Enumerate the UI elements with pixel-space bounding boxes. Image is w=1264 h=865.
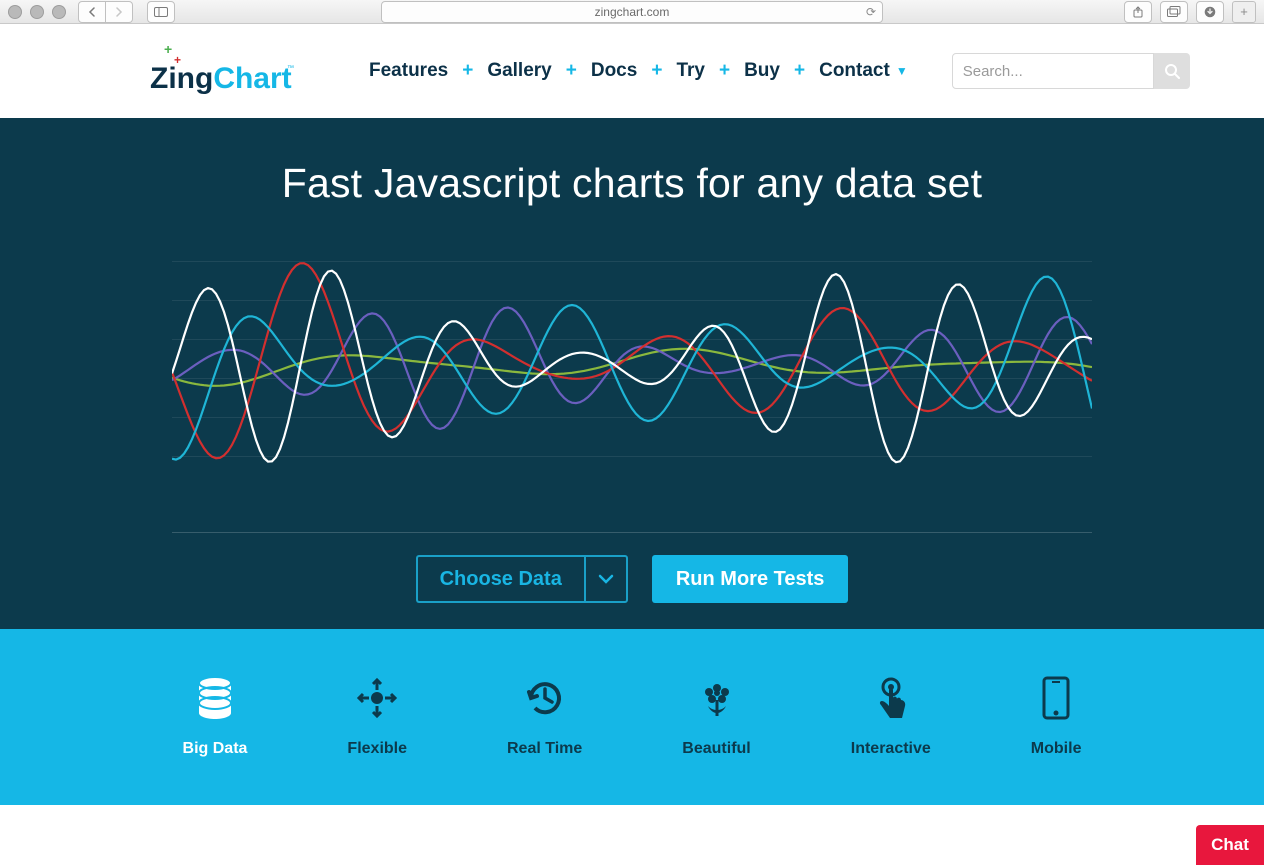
minimize-window-dot[interactable] (30, 5, 44, 19)
chat-widget[interactable]: Chat (1196, 825, 1264, 865)
nav-item-try[interactable]: Try (672, 56, 709, 86)
arrows-out-icon (355, 676, 399, 720)
nav-item-gallery[interactable]: Gallery (483, 56, 555, 86)
nav-back-forward (78, 1, 133, 23)
search (952, 53, 1190, 89)
svg-text:ZingChart: ZingChart (150, 62, 292, 95)
feature-label: Flexible (347, 740, 407, 758)
hero-title: Fast Javascript charts for any data set (0, 118, 1264, 207)
tap-icon (869, 676, 913, 720)
downloads-button[interactable] (1196, 1, 1224, 23)
zingchart-logo[interactable]: + + ZingChart ™ (150, 46, 295, 96)
phone-icon (1034, 676, 1078, 720)
chevron-down-icon (598, 574, 614, 584)
reload-icon[interactable]: ⟳ (866, 5, 876, 19)
nav-separator: + (784, 60, 815, 82)
main-menu: Features + Gallery + Docs + Try + Buy + … (365, 56, 912, 86)
feature-label: Beautiful (682, 740, 750, 758)
feature-interactive[interactable]: Interactive (851, 676, 931, 758)
choose-data-button[interactable]: Choose Data (416, 555, 584, 603)
forward-button[interactable] (106, 1, 133, 23)
content-area (0, 805, 1264, 842)
feature-beautiful[interactable]: Beautiful (682, 676, 750, 758)
tabs-button[interactable] (1160, 1, 1188, 23)
svg-text:+: + (164, 46, 172, 57)
nav-item-contact[interactable]: Contact ▼ (815, 56, 912, 86)
feature-big-data[interactable]: Big Data (183, 676, 248, 758)
maximize-window-dot[interactable] (52, 5, 66, 19)
nav-item-features[interactable]: Features (365, 56, 452, 86)
nav-separator: + (709, 60, 740, 82)
nav-separator: + (641, 60, 672, 82)
address-bar[interactable]: zingchart.com ⟳ (381, 1, 883, 23)
hero-buttons: Choose Data Run More Tests (0, 555, 1264, 603)
nav-item-contact-label: Contact (819, 60, 890, 82)
feature-mobile[interactable]: Mobile (1031, 676, 1082, 758)
close-window-dot[interactable] (8, 5, 22, 19)
nav-item-buy[interactable]: Buy (740, 56, 784, 86)
choose-data-split-button: Choose Data (416, 555, 628, 603)
window-traffic-lights (8, 5, 66, 19)
feature-label: Mobile (1031, 740, 1082, 758)
feature-label: Big Data (183, 740, 248, 758)
feature-label: Interactive (851, 740, 931, 758)
back-button[interactable] (78, 1, 106, 23)
run-more-tests-button[interactable]: Run More Tests (652, 555, 849, 603)
share-button[interactable] (1124, 1, 1152, 23)
feature-flexible[interactable]: Flexible (347, 676, 407, 758)
database-icon (193, 676, 237, 720)
hero: Fast Javascript charts for any data set … (0, 118, 1264, 629)
chrome-right-controls: + (1124, 1, 1256, 23)
nav-separator: + (452, 60, 483, 82)
browser-chrome: zingchart.com ⟳ + (0, 0, 1264, 24)
site-nav: + + ZingChart ™ Features + Gallery + Doc… (0, 24, 1264, 118)
nav-separator: + (556, 60, 587, 82)
new-tab-button[interactable]: + (1232, 1, 1256, 23)
url-display: zingchart.com (595, 5, 670, 19)
search-icon (1164, 63, 1180, 79)
sidebar-toggle-button[interactable] (147, 1, 175, 23)
flower-icon (695, 676, 739, 720)
feature-strip: Big Data Flexible Real Time Beautiful Intera… (0, 629, 1264, 805)
choose-data-caret[interactable] (584, 555, 628, 603)
feature-label: Real Time (507, 740, 582, 758)
hero-chart (172, 235, 1092, 495)
clock-back-icon (523, 676, 567, 720)
nav-item-docs[interactable]: Docs (587, 56, 641, 86)
feature-real-time[interactable]: Real Time (507, 676, 582, 758)
svg-text:™: ™ (287, 65, 294, 72)
search-button[interactable] (1154, 53, 1190, 89)
search-input[interactable] (952, 53, 1154, 89)
chevron-down-icon: ▼ (896, 64, 908, 78)
